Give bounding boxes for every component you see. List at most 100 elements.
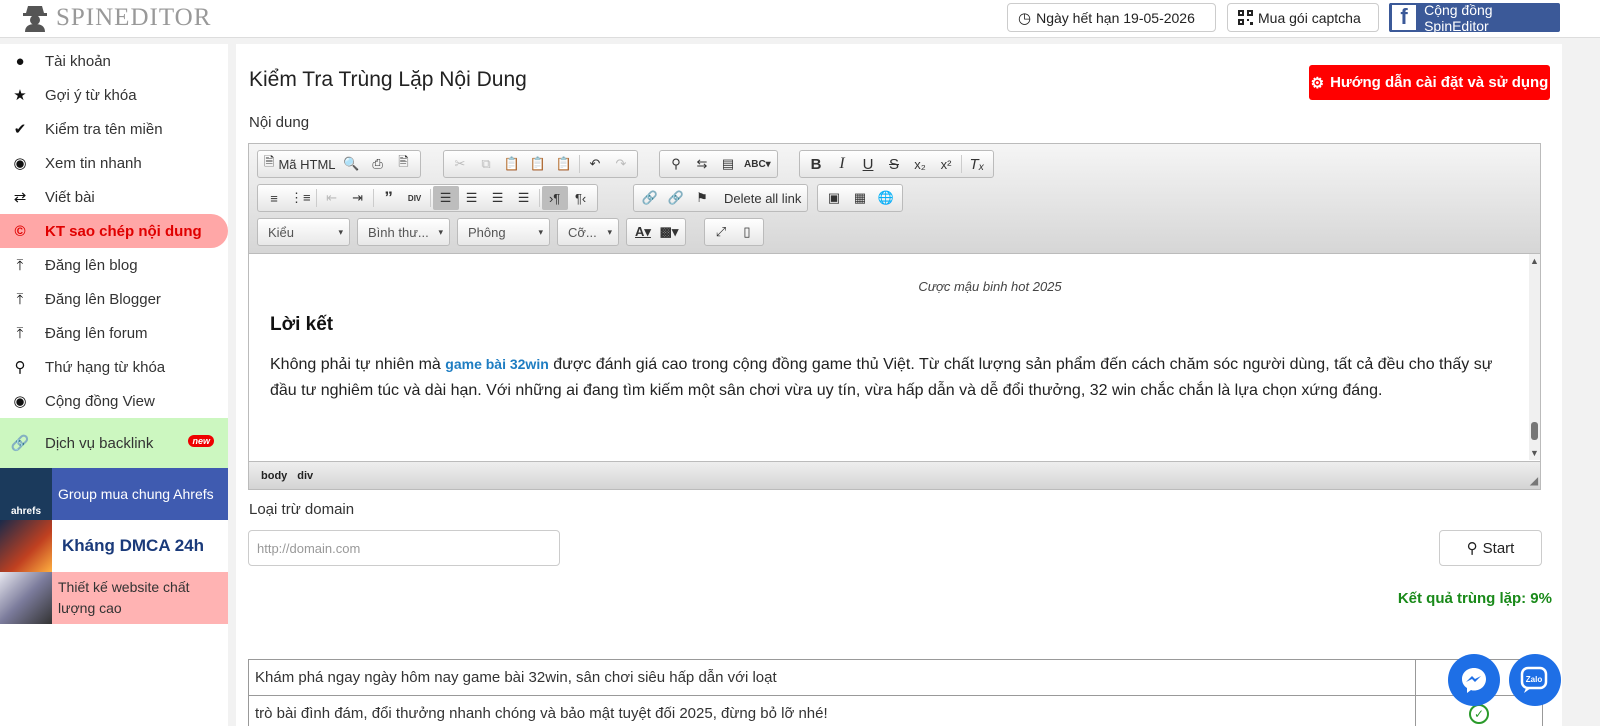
paragraph-link[interactable]: game bài 32win — [445, 356, 548, 372]
captcha-button[interactable]: Mua gói captcha — [1227, 3, 1379, 32]
align-right-icon[interactable]: ☰ — [485, 186, 511, 210]
undo-icon[interactable]: ↶ — [582, 152, 608, 176]
promo-ahrefs-label: Group mua chung Ahrefs — [52, 468, 228, 520]
sidebar-item-quick-news[interactable]: ◉ Xem tin nhanh — [0, 146, 228, 180]
find-icon[interactable]: ⚲ — [663, 152, 689, 176]
template-icon[interactable]: 🖹 — [391, 152, 417, 176]
path-body[interactable]: body — [261, 470, 287, 482]
user-icon: ● — [15, 52, 25, 70]
sidebar-item-community-view[interactable]: ◉ Cộng đồng View — [0, 384, 228, 418]
replace-icon[interactable]: ⇆ — [689, 152, 715, 176]
italic-icon[interactable]: I — [829, 152, 855, 176]
anchor-flag-icon[interactable]: ⚑ — [689, 186, 715, 210]
sidebar-item-post-blog[interactable]: ⤒ Đăng lên blog — [0, 248, 228, 282]
sidebar-item-backlink[interactable]: 🔗 Dịch vụ backlink new — [0, 418, 228, 468]
align-center-icon[interactable]: ☰ — [459, 186, 485, 210]
sidebar-item-post-blogger[interactable]: ⤒ Đăng lên Blogger — [0, 282, 228, 316]
ltr-icon[interactable]: ›¶ — [541, 186, 568, 210]
paste-icon[interactable]: 📋 — [499, 152, 525, 176]
redo-icon[interactable]: ↷ — [608, 152, 634, 176]
editor-statusbar: body div ◢ — [249, 461, 1540, 489]
sidebar-item-copy-check[interactable]: © KT sao chép nội dung — [0, 214, 228, 248]
promo-ahrefs[interactable]: ahrefs Group mua chung Ahrefs — [0, 468, 228, 520]
strike-icon[interactable]: S — [881, 152, 907, 176]
format-dropdown[interactable]: Bình thư... — [357, 218, 450, 246]
bulleted-list-icon[interactable]: ⋮≡ — [287, 186, 314, 210]
bold-icon[interactable]: B — [803, 152, 829, 176]
source-button[interactable]: 🗎 Mã HTML — [261, 152, 339, 176]
help-button[interactable]: ⚙ Hướng dẫn cài đặt và sử dụng — [1309, 65, 1550, 100]
zalo-icon: Zalo — [1520, 666, 1548, 693]
superscript-icon[interactable]: x² — [933, 152, 959, 176]
styles-dropdown[interactable]: Kiểu — [257, 218, 350, 246]
zalo-button[interactable]: Zalo — [1509, 654, 1561, 706]
sidebar-item-post-forum[interactable]: ⤒ Đăng lên forum — [0, 316, 228, 350]
scroll-up-arrow[interactable]: ▲ — [1530, 256, 1539, 266]
remove-format-icon[interactable]: Tₓ — [964, 152, 990, 176]
spellcheck-icon[interactable]: ABC▾ — [741, 152, 774, 176]
image-icon[interactable]: ▣ — [821, 186, 847, 210]
align-left-icon[interactable]: ☰ — [432, 186, 459, 210]
facebook-icon: f — [1390, 3, 1419, 32]
font-dropdown[interactable]: Phông — [457, 218, 550, 246]
blockquote-icon[interactable]: ” — [376, 186, 402, 210]
print-icon[interactable]: ⎙ — [365, 152, 391, 176]
scroll-thumb[interactable] — [1531, 422, 1538, 440]
bg-color-icon[interactable]: ▩▾ — [656, 220, 682, 244]
messenger-button[interactable] — [1448, 654, 1500, 706]
source-button-label: Mã HTML — [278, 156, 336, 172]
create-div-icon[interactable]: DIV — [402, 186, 428, 210]
link-icon[interactable]: 🔗 — [637, 186, 663, 210]
path-div[interactable]: div — [297, 470, 313, 482]
numbered-list-icon[interactable]: ≡ — [261, 186, 287, 210]
underline-icon[interactable]: U — [855, 152, 881, 176]
subscript-icon[interactable]: x₂ — [907, 152, 933, 176]
outdent-icon[interactable]: ⇤ — [319, 186, 345, 210]
promo-website[interactable]: Thiết kế website chất lượng cao — [0, 572, 228, 624]
sidebar-item-write[interactable]: ⇄ Viết bài — [0, 180, 228, 214]
sidebar-item-keyword-rank[interactable]: ⚲ Thứ hạng từ khóa — [0, 350, 228, 384]
table-icon[interactable]: ▦ — [847, 186, 873, 210]
start-button[interactable]: ⚲ Start — [1439, 530, 1542, 566]
editor-scrollbar[interactable]: ▲ ▼ — [1529, 254, 1540, 460]
sidebar-item-keyword-suggest[interactable]: ★ Gợi ý từ khóa — [0, 78, 228, 112]
search-icon: ⚲ — [14, 359, 26, 376]
cut-icon[interactable]: ✂ — [447, 152, 473, 176]
sidebar-item-account[interactable]: ● Tài khoản — [0, 44, 228, 78]
copy-icon[interactable]: ⧉ — [473, 152, 499, 176]
toolbar-group-find: ⚲ ⇆ ▤ ABC▾ — [659, 150, 778, 178]
iframe-globe-icon[interactable]: 🌐 — [873, 186, 899, 210]
sidebar-item-label: Đăng lên Blogger — [45, 290, 161, 308]
promo-dmca[interactable]: Kháng DMCA 24h — [0, 520, 228, 572]
copyright-icon: © — [14, 222, 26, 240]
text-color-icon[interactable]: A▾ — [630, 220, 656, 244]
sidebar: ● Tài khoản ★ Gợi ý từ khóa ✔ Kiểm tra t… — [0, 44, 228, 726]
unlink-icon[interactable]: 🔗 — [663, 186, 689, 210]
maximize-icon[interactable]: ⤢ — [708, 220, 734, 244]
logo-text: SPINEDITOR — [56, 4, 212, 31]
paste-word-icon[interactable]: 📋 — [551, 152, 577, 176]
preview-icon[interactable]: 🔍 — [339, 152, 365, 176]
paste-text-icon[interactable]: 📋 — [525, 152, 551, 176]
resize-handle-icon[interactable]: ◢ — [1530, 476, 1538, 487]
delete-all-links-button[interactable]: Delete all link — [721, 186, 804, 210]
exclude-domain-input[interactable]: http://domain.com — [248, 530, 560, 566]
sidebar-item-domain-check[interactable]: ✔ Kiểm tra tên miền — [0, 112, 228, 146]
separator — [372, 189, 374, 207]
scroll-down-arrow[interactable]: ▼ — [1530, 448, 1539, 458]
logo[interactable]: SPINEDITOR — [22, 3, 211, 33]
show-blocks-icon[interactable]: ▯ — [734, 220, 760, 244]
check-circle-icon: ✓ — [1469, 703, 1489, 724]
sidebar-item-label: Xem tin nhanh — [45, 154, 142, 172]
size-dropdown[interactable]: Cỡ... — [557, 218, 619, 246]
upload-icon: ⤒ — [16, 290, 24, 308]
expiry-button[interactable]: ◷ Ngày hết hạn 19-05-2026 — [1007, 3, 1216, 32]
align-justify-icon[interactable]: ☰ — [511, 186, 537, 210]
sidebar-item-label: Kiểm tra tên miền — [45, 120, 163, 138]
results-table: Khám phá ngay ngày hôm nay game bài 32wi… — [248, 659, 1543, 726]
select-all-icon[interactable]: ▤ — [715, 152, 741, 176]
community-button[interactable]: f Cộng đồng SpinEditor — [1389, 2, 1560, 34]
editor-content[interactable]: Cược mậu binh hot 2025 Lời kết Không phả… — [249, 254, 1531, 460]
indent-icon[interactable]: ⇥ — [345, 186, 371, 210]
rtl-icon[interactable]: ¶‹ — [568, 186, 594, 210]
